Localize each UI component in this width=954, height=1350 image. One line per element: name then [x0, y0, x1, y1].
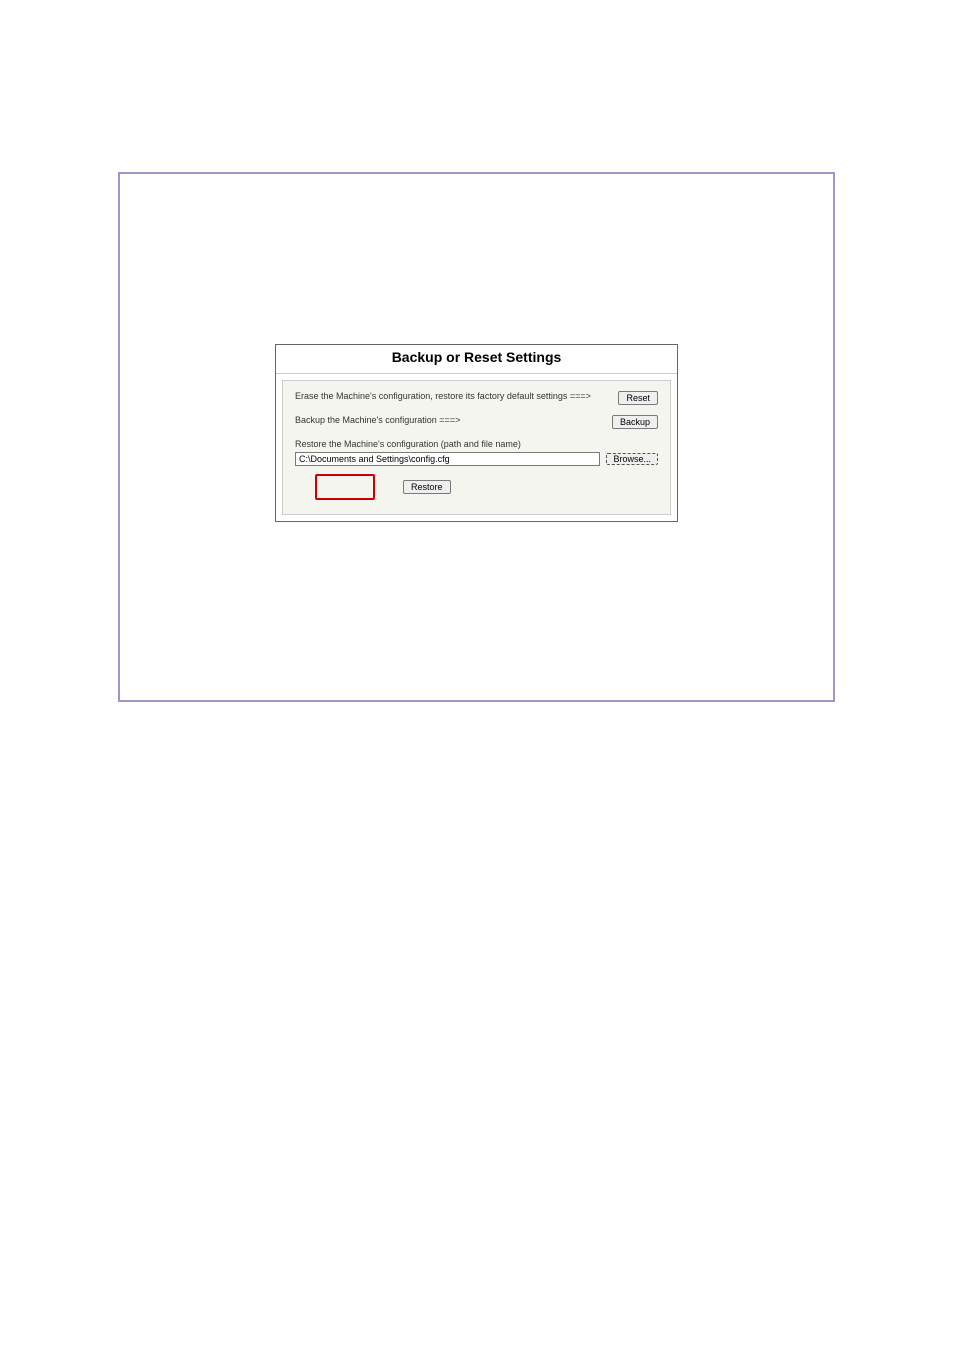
- backup-row: Backup the Machine's configuration ===> …: [295, 415, 658, 429]
- restore-path-input[interactable]: [295, 452, 600, 466]
- browse-button[interactable]: Browse...: [606, 453, 658, 465]
- reset-button[interactable]: Reset: [618, 391, 658, 405]
- panel-body: Erase the Machine's configuration, resto…: [282, 380, 671, 515]
- restore-section: Restore the Machine's configuration (pat…: [295, 439, 658, 500]
- reset-description: Erase the Machine's configuration, resto…: [295, 391, 618, 402]
- restore-controls: Browse...: [295, 452, 658, 466]
- restore-action-row: Restore: [295, 474, 658, 500]
- reset-row: Erase the Machine's configuration, resto…: [295, 391, 658, 405]
- restore-description: Restore the Machine's configuration (pat…: [295, 439, 658, 450]
- settings-panel: Backup or Reset Settings Erase the Machi…: [275, 344, 678, 522]
- highlight-box: [315, 474, 375, 500]
- backup-button[interactable]: Backup: [612, 415, 658, 429]
- backup-description: Backup the Machine's configuration ===>: [295, 415, 612, 426]
- page-frame: Backup or Reset Settings Erase the Machi…: [118, 172, 835, 702]
- panel-title: Backup or Reset Settings: [276, 345, 677, 374]
- restore-button[interactable]: Restore: [403, 480, 451, 494]
